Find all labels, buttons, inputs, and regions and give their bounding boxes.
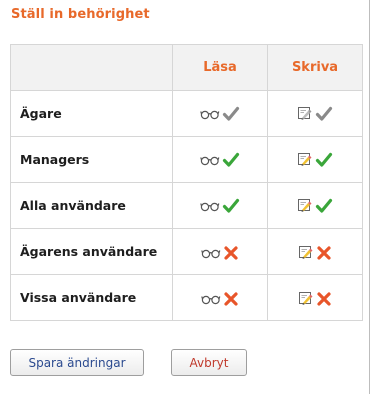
- read-permission-cell[interactable]: [172, 274, 268, 321]
- glasses-icon: [201, 247, 221, 259]
- check-icon: [222, 105, 240, 123]
- glasses-icon: [201, 293, 221, 305]
- check-icon: [315, 151, 333, 169]
- table-row: Alla användare: [10, 182, 363, 229]
- read-permission-cell[interactable]: [172, 182, 268, 229]
- panel-title: Ställ in behörighet: [11, 7, 150, 22]
- edit-pencil-icon: [297, 198, 313, 214]
- table-row: Managers: [10, 136, 363, 183]
- write-permission-cell[interactable]: [267, 90, 363, 137]
- save-changes-button[interactable]: Spara ändringar: [10, 349, 144, 376]
- permission-status: [298, 291, 332, 307]
- column-header-read: Läsa: [172, 44, 268, 91]
- permission-status: [297, 197, 333, 215]
- permission-status: [200, 197, 240, 215]
- read-permission-cell[interactable]: [172, 228, 268, 275]
- write-permission-cell[interactable]: [267, 136, 363, 183]
- permission-status: [200, 105, 240, 123]
- permission-status: [200, 151, 240, 169]
- cancel-button[interactable]: Avbryt: [171, 349, 247, 376]
- write-permission-cell[interactable]: [267, 182, 363, 229]
- check-icon: [222, 151, 240, 169]
- permission-status: [201, 291, 239, 307]
- role-label: Managers: [10, 136, 173, 183]
- role-label: Vissa användare: [10, 274, 173, 321]
- role-label: Ägare: [10, 90, 173, 137]
- header-blank-cell: [10, 44, 173, 91]
- edit-pencil-icon: [297, 106, 313, 122]
- permission-status: [297, 151, 333, 169]
- edit-pencil-icon: [298, 291, 314, 307]
- table-body: Ägare Managers Alla användare Ägarens an…: [10, 90, 363, 321]
- edit-pencil-icon: [298, 245, 314, 261]
- glasses-icon: [200, 200, 220, 212]
- glasses-icon: [200, 154, 220, 166]
- read-permission-cell[interactable]: [172, 90, 268, 137]
- write-permission-cell[interactable]: [267, 274, 363, 321]
- write-permission-cell[interactable]: [267, 228, 363, 275]
- role-label: Ägarens användare: [10, 228, 173, 275]
- permission-status: [298, 245, 332, 261]
- cross-icon: [316, 291, 332, 307]
- table-row: Ägare: [10, 90, 363, 137]
- check-icon: [315, 105, 333, 123]
- table-row: Vissa användare: [10, 274, 363, 321]
- cross-icon: [223, 245, 239, 261]
- edit-pencil-icon: [297, 152, 313, 168]
- table-header-row: Läsa Skriva: [10, 44, 363, 91]
- role-label: Alla användare: [10, 182, 173, 229]
- column-header-write: Skriva: [267, 44, 363, 91]
- check-icon: [222, 197, 240, 215]
- check-icon: [315, 197, 333, 215]
- glasses-icon: [200, 108, 220, 120]
- cross-icon: [223, 291, 239, 307]
- cross-icon: [316, 245, 332, 261]
- table-row: Ägarens användare: [10, 228, 363, 275]
- read-permission-cell[interactable]: [172, 136, 268, 183]
- permissions-panel: Ställ in behörighet Läsa Skriva Ägare Ma…: [0, 0, 370, 394]
- permission-status: [297, 105, 333, 123]
- permission-status: [201, 245, 239, 261]
- permissions-table: Läsa Skriva Ägare Managers Alla användar…: [10, 44, 363, 321]
